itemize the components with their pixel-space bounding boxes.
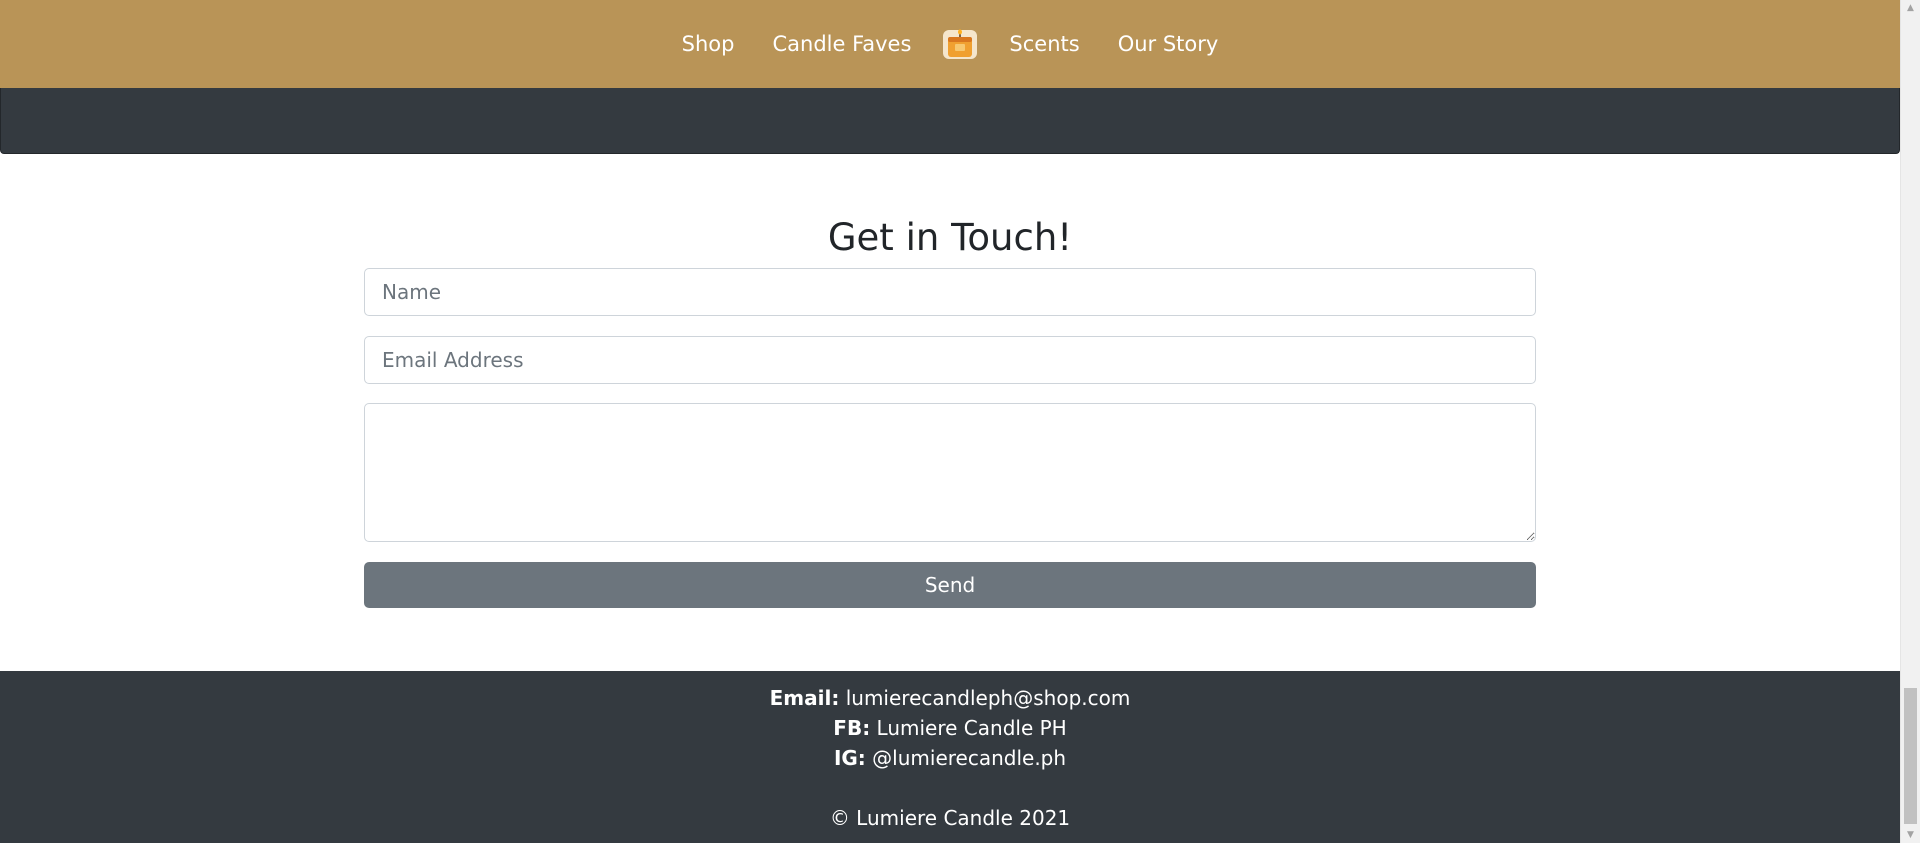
header-banner bbox=[0, 88, 1900, 154]
contact-title: Get in Touch! bbox=[827, 216, 1073, 259]
nav-link-our-story[interactable]: Our Story bbox=[1099, 32, 1238, 56]
top-navbar: Shop Candle Faves Scents Our Story bbox=[0, 0, 1900, 88]
footer-fb-line: FB: Lumiere Candle PH bbox=[0, 715, 1900, 741]
footer-ig-label: IG: bbox=[833, 746, 866, 770]
footer-fb-label: FB: bbox=[833, 716, 871, 740]
send-button[interactable]: Send bbox=[364, 562, 1536, 608]
footer-email-label: Email: bbox=[769, 686, 840, 710]
footer-email-value: lumierecandleph@shop.com bbox=[839, 686, 1131, 710]
footer-copyright: © Lumiere Candle 2021 bbox=[829, 806, 1071, 830]
email-input[interactable] bbox=[364, 336, 1536, 384]
scroll-down-arrow-icon[interactable]: ▼ bbox=[1901, 827, 1920, 843]
scroll-up-arrow-icon[interactable]: ▲ bbox=[1901, 0, 1920, 16]
scrollbar-thumb[interactable] bbox=[1904, 688, 1917, 824]
nav-link-shop[interactable]: Shop bbox=[663, 32, 754, 56]
nav-link-scents[interactable]: Scents bbox=[990, 32, 1098, 56]
footer-ig-value: @lumierecandle.ph bbox=[865, 746, 1067, 770]
footer-email-line: Email: lumierecandleph@shop.com bbox=[0, 685, 1900, 711]
name-input[interactable] bbox=[364, 268, 1536, 316]
page-scrollbar[interactable]: ▲ ▼ bbox=[1900, 0, 1920, 843]
footer-fb-value: Lumiere Candle PH bbox=[870, 716, 1067, 740]
message-textarea[interactable] bbox=[364, 403, 1536, 542]
footer-ig-line: IG: @lumierecandle.ph bbox=[0, 745, 1900, 771]
candle-logo-icon[interactable] bbox=[942, 28, 978, 60]
nav-link-candle-faves[interactable]: Candle Faves bbox=[754, 32, 931, 56]
footer: Email: lumierecandleph@shop.com FB: Lumi… bbox=[0, 671, 1900, 843]
